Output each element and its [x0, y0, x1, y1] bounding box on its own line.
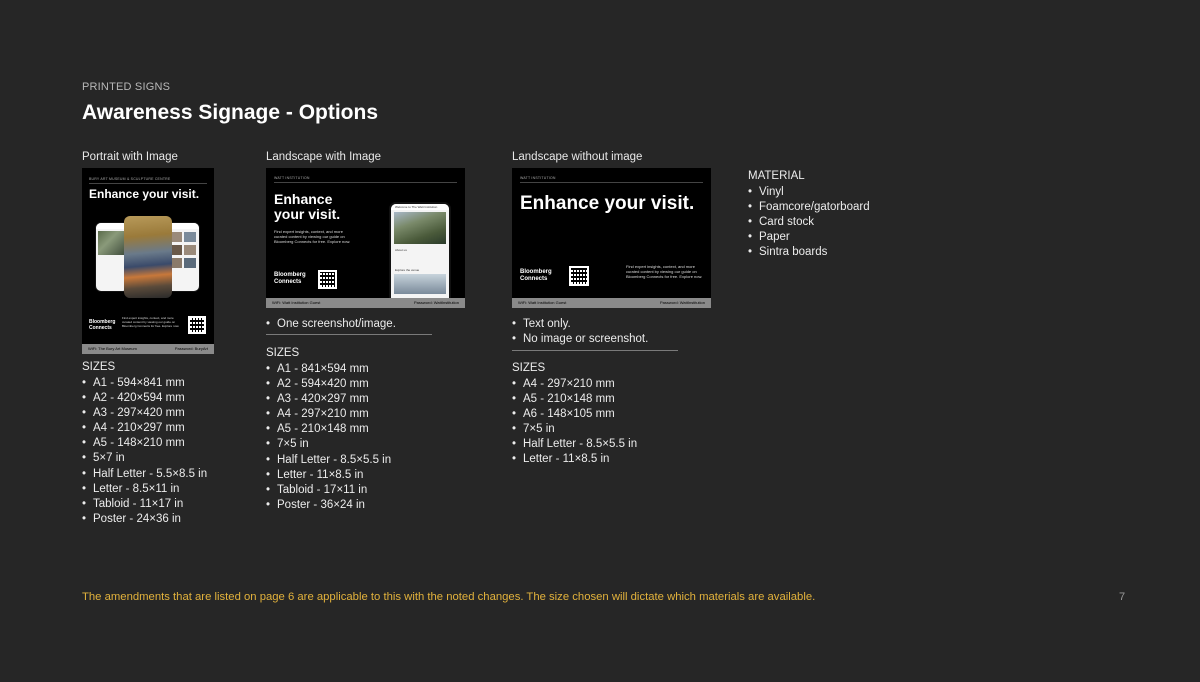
list-item: A3 - 420×297 mm [266, 392, 391, 407]
footer-note: The amendments that are listed on page 6… [82, 591, 816, 603]
list-item: A4 - 297×210 mm [266, 407, 391, 422]
list-item: A2 - 594×420 mm [266, 377, 391, 392]
list-item: Tabloid - 17×11 in [266, 483, 391, 498]
sign-top-label: WATT INSTITUTION [520, 176, 556, 180]
portrait-sizes-list: A1 - 594×841 mm A2 - 420×594 mm A3 - 297… [82, 376, 207, 527]
list-item: Letter - 11×8.5 in [512, 452, 637, 467]
list-item: Foamcore/gatorboard [748, 200, 870, 215]
qr-code-icon [318, 270, 337, 289]
list-item: Half Letter - 5.5×8.5 in [82, 467, 207, 482]
landscape-image-column-title: Landscape with Image [266, 151, 382, 163]
list-item: A1 - 594×841 mm [82, 376, 207, 391]
sign-wifi-bar: WiFi: The Bury Art Museum Password: BuryA… [82, 344, 214, 354]
sign-blurb: Find expert insights, context, and more … [626, 264, 703, 279]
list-item: Letter - 11×8.5 in [266, 468, 391, 483]
list-item: A2 - 420×594 mm [82, 391, 207, 406]
painting-image [124, 216, 172, 298]
landscape-image-sizes-list: A1 - 841×594 mm A2 - 594×420 mm A3 - 420… [266, 362, 391, 513]
landscape-text-sizes-heading: SIZES [512, 362, 546, 374]
list-item: Vinyl [748, 185, 870, 200]
list-item: Half Letter - 8.5×5.5 in [512, 437, 637, 452]
sign-logo: Bloomberg Connects [89, 319, 116, 331]
divider [512, 350, 678, 351]
list-item: Sintra boards [748, 245, 870, 260]
landscape-image-sign-preview: WATT INSTITUTION Enhance your visit. Find… [266, 168, 465, 308]
list-item: Poster - 36×24 in [266, 498, 391, 513]
material-heading: MATERIAL [748, 170, 805, 182]
sign-blurb: Find expert insights, context, and more … [122, 316, 180, 328]
sign-headline: Enhance your visit. [89, 187, 200, 201]
sign-blurb: Find expert insights, context, and more … [274, 229, 351, 244]
landscape-text-column-title: Landscape without image [512, 151, 643, 163]
portrait-sign-preview: BURY ART MUSEUM & SCULPTURE CENTRE Enhan… [82, 168, 214, 354]
sign-headline: Enhance your visit. [520, 193, 695, 214]
landscape-text-sizes-list: A4 - 297×210 mm A5 - 210×148 mm A6 - 148… [512, 377, 637, 468]
list-item: Card stock [748, 215, 870, 230]
landscape-text-sign-preview: WATT INSTITUTION Enhance your visit. Blo… [512, 168, 711, 308]
list-item: 5×7 in [82, 451, 207, 466]
list-item: Letter - 8.5×11 in [82, 482, 207, 497]
list-item: Half Letter - 8.5×5.5 in [266, 453, 391, 468]
sign-logo: Bloomberg Connects [274, 272, 306, 285]
portrait-sizes-heading: SIZES [82, 361, 116, 373]
list-item: No image or screenshot. [512, 332, 648, 347]
list-item: Text only. [512, 317, 648, 332]
landscape-image-notes: One screenshot/image. [266, 317, 396, 332]
list-item: 7×5 in [512, 422, 637, 437]
page-title: Awareness Signage - Options [82, 101, 379, 124]
page-number: 7 [1119, 591, 1126, 603]
divider [266, 334, 432, 335]
portrait-column-title: Portrait with Image [82, 151, 178, 163]
phone-mockup: Welcome to The Watt Institution About us… [389, 202, 451, 308]
sign-wifi-bar: WiFi: Watt Institution Guest Password: Wa… [266, 298, 465, 308]
list-item: A5 - 148×210 mm [82, 436, 207, 451]
sign-logo: Bloomberg Connects [520, 269, 552, 282]
material-list: Vinyl Foamcore/gatorboard Card stock Pap… [748, 185, 870, 260]
list-item: One screenshot/image. [266, 317, 396, 332]
list-item: A4 - 297×210 mm [512, 377, 637, 392]
list-item: Tabloid - 11×17 in [82, 497, 207, 512]
sign-top-label: BURY ART MUSEUM & SCULPTURE CENTRE [89, 177, 171, 181]
list-item: A5 - 210×148 mm [266, 422, 391, 437]
qr-code-icon [569, 266, 589, 286]
sign-wifi-bar: WiFi: Watt Institution Guest Password: Wa… [512, 298, 711, 308]
list-item: A1 - 841×594 mm [266, 362, 391, 377]
section-eyebrow: PRINTED SIGNS [82, 81, 171, 93]
list-item: A3 - 297×420 mm [82, 406, 207, 421]
sign-top-label: WATT INSTITUTION [274, 176, 310, 180]
list-item: A6 - 148×105 mm [512, 407, 637, 422]
list-item: Poster - 24×36 in [82, 512, 207, 527]
list-item: A5 - 210×148 mm [512, 392, 637, 407]
sign-headline: Enhance your visit. [274, 191, 341, 222]
qr-code-icon [188, 316, 206, 334]
list-item: 7×5 in [266, 437, 391, 452]
list-item: Paper [748, 230, 870, 245]
list-item: A4 - 210×297 mm [82, 421, 207, 436]
landscape-text-notes: Text only. No image or screenshot. [512, 317, 648, 347]
landscape-image-sizes-heading: SIZES [266, 347, 300, 359]
